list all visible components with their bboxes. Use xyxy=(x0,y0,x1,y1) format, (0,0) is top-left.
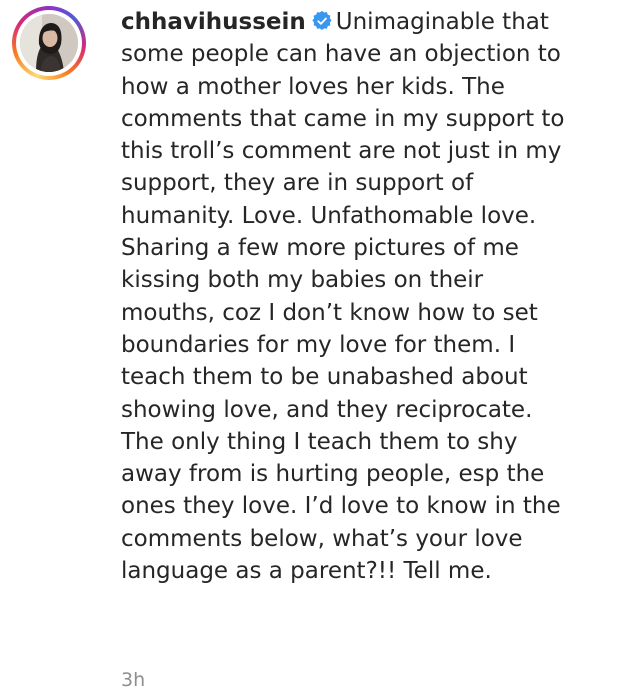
caption-line: ones they love. I’d love to know in the xyxy=(121,493,561,520)
caption-line: kissing both my babies on their xyxy=(121,267,484,294)
caption-comment: chhavihussein Unimaginable that some peop… xyxy=(0,0,633,691)
timestamp-link[interactable]: 3h xyxy=(121,669,145,691)
verified-badge-icon xyxy=(312,11,332,31)
username-link[interactable]: chhavihussein xyxy=(121,9,306,35)
avatar-image xyxy=(20,14,78,72)
caption-line: Sharing a few more pictures of me xyxy=(121,235,519,262)
caption-line: mouths, coz I don’t know how to set xyxy=(121,299,538,326)
story-ring[interactable] xyxy=(12,6,86,80)
caption-text: chhavihussein Unimaginable that some peop… xyxy=(121,6,621,587)
caption-line: how a mother loves her kids. The xyxy=(121,73,505,100)
caption-line: boundaries for my love for them. I xyxy=(121,331,516,358)
avatar[interactable] xyxy=(20,14,78,72)
caption-line: teach them to be unabashed about xyxy=(121,364,528,391)
caption-line: support, they are in support of xyxy=(121,170,474,197)
caption-line: away from is hurting people, esp the xyxy=(121,461,545,488)
caption-line: Unimaginable that xyxy=(335,9,549,35)
caption-line: humanity. Love. Unfathomable love. xyxy=(121,202,537,229)
caption-line: comments below, what’s your love xyxy=(121,525,523,552)
caption-line: language as a parent?!! Tell me. xyxy=(121,558,492,585)
caption-line: The only thing I teach them to shy xyxy=(121,428,518,455)
caption-line: this troll’s comment are not just in my xyxy=(121,138,562,165)
caption-line: showing love, and they reciprocate. xyxy=(121,396,533,423)
caption-line: comments that came in my support to xyxy=(121,105,565,132)
caption-line: some people can have an objection to xyxy=(121,41,561,68)
